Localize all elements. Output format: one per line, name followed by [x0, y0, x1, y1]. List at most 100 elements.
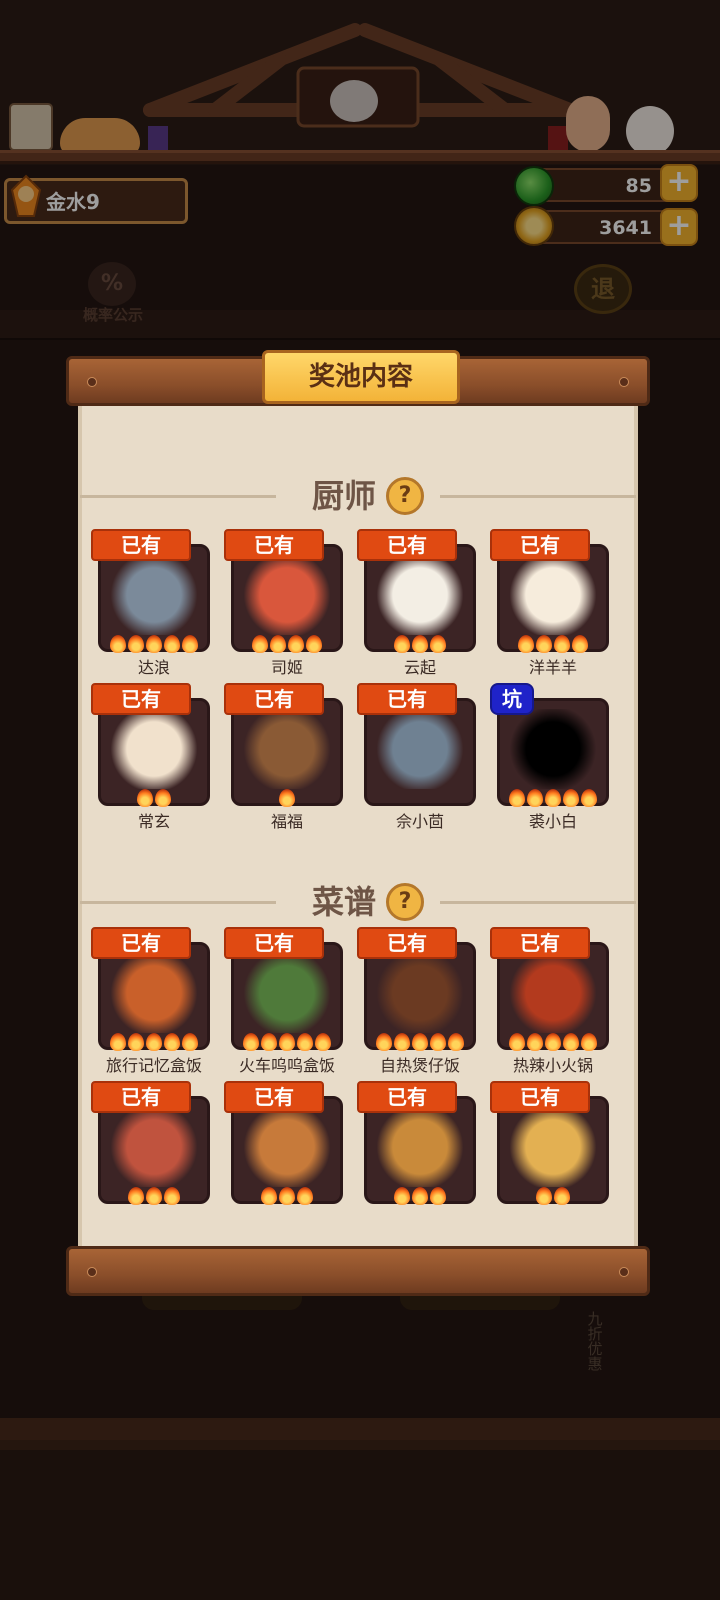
- chef-name: 云起: [403, 658, 436, 677]
- flame-icon: [182, 635, 198, 653]
- flame-icon: [164, 1033, 180, 1051]
- owned-badge: 已有: [91, 529, 191, 561]
- owned-badge: 已有: [91, 683, 191, 715]
- flame-icon: [128, 635, 144, 653]
- flame-icon: [261, 1033, 277, 1051]
- rarity-flames: [234, 1187, 340, 1205]
- rabbit-icon: [109, 709, 199, 789]
- recipe-card[interactable]: 已有: [357, 927, 476, 1051]
- chef-name: 福福: [270, 812, 303, 831]
- rarity-flames: [500, 635, 606, 653]
- chef-help-button[interactable]: ?: [386, 477, 424, 515]
- chef-name: 司姬: [270, 658, 303, 677]
- chef-card[interactable]: 已有: [91, 529, 210, 653]
- flame-icon: [288, 635, 304, 653]
- recipe-card[interactable]: 已有: [224, 1081, 343, 1205]
- recipe-section-title: 菜谱: [311, 883, 376, 921]
- recipe-card[interactable]: 已有: [224, 927, 343, 1051]
- rarity-flames: [367, 1033, 473, 1051]
- recipe-name: 自热煲仔饭: [379, 1056, 460, 1075]
- owned-badge: 已有: [357, 683, 457, 715]
- owned-badge: 已有: [357, 927, 457, 959]
- white-sheep-icon: [508, 555, 598, 635]
- flame-icon: [509, 789, 525, 807]
- divider-line: [80, 901, 276, 904]
- flame-icon: [554, 1187, 570, 1205]
- chef-card[interactable]: 已有: [490, 529, 609, 653]
- rod-nail: [87, 377, 97, 387]
- flame-icon: [297, 1033, 313, 1051]
- owned-badge: 已有: [224, 683, 324, 715]
- flame-icon: [315, 1033, 331, 1051]
- rarity-flames: [101, 1033, 207, 1051]
- flame-icon: [261, 1187, 277, 1205]
- owned-badge: 已有: [357, 1081, 457, 1113]
- flame-icon: [279, 1187, 295, 1205]
- flame-icon: [430, 635, 446, 653]
- flame-icon: [527, 789, 543, 807]
- recipe-card[interactable]: 已有: [91, 927, 210, 1051]
- flame-icon: [270, 635, 286, 653]
- flame-icon: [376, 1033, 392, 1051]
- flame-icon: [155, 789, 171, 807]
- recipe-name: 旅行记忆盒饭: [105, 1056, 202, 1075]
- flame-icon: [394, 635, 410, 653]
- chef-name: 佘小茴: [395, 812, 444, 831]
- recipe-card[interactable]: 已有: [91, 1081, 210, 1205]
- chef-card[interactable]: 已有: [91, 683, 210, 807]
- chef-name: 洋羊羊: [528, 658, 577, 677]
- flame-icon: [243, 1033, 259, 1051]
- flame-icon: [430, 1033, 446, 1051]
- flame-icon: [536, 1187, 552, 1205]
- roast-meat-icon: [109, 1107, 199, 1187]
- flame-icon: [306, 635, 322, 653]
- rod-nail: [619, 377, 629, 387]
- bento-box-icon: [109, 953, 199, 1033]
- flame-icon: [545, 1033, 561, 1051]
- chef-section-title: 厨师: [311, 477, 376, 515]
- chef-card[interactable]: 已有: [357, 683, 476, 806]
- divider-line: [440, 901, 636, 904]
- chef-name: 常玄: [137, 812, 170, 831]
- rarity-flames: [234, 1033, 340, 1051]
- flame-icon: [279, 789, 295, 807]
- owned-badge: 已有: [224, 927, 324, 959]
- flame-icon: [581, 789, 597, 807]
- rod-nail: [87, 1267, 97, 1277]
- flame-icon: [252, 635, 268, 653]
- owned-badge: 已有: [490, 927, 590, 959]
- owned-badge: 已有: [91, 1081, 191, 1113]
- owned-badge: 已有: [224, 529, 324, 561]
- chef-card[interactable]: 已有: [224, 683, 343, 807]
- flame-icon: [509, 1033, 525, 1051]
- recipe-card[interactable]: 已有: [357, 1081, 476, 1205]
- flame-icon: [412, 1033, 428, 1051]
- flame-icon: [137, 789, 153, 807]
- ramen-icon: [242, 1107, 332, 1187]
- pit-badge: 坑: [490, 683, 534, 715]
- red-hair-girl-icon: [242, 555, 332, 635]
- flame-icon: [545, 789, 561, 807]
- rarity-flames: [500, 1033, 606, 1051]
- flame-icon: [146, 1033, 162, 1051]
- chef-card[interactable]: 已有: [357, 529, 476, 653]
- chef-card[interactable]: 坑: [490, 683, 609, 807]
- recipe-name: 热辣小火锅: [512, 1056, 593, 1075]
- flame-icon: [394, 1033, 410, 1051]
- rarity-flames: [500, 1187, 606, 1205]
- recipe-help-button[interactable]: ?: [386, 883, 424, 921]
- owned-badge: 已有: [91, 927, 191, 959]
- flame-icon: [581, 1033, 597, 1051]
- recipe-card[interactable]: 已有: [490, 1081, 609, 1205]
- hotpot-icon: [508, 953, 598, 1033]
- chef-card[interactable]: 已有: [224, 529, 343, 653]
- chef-section-header: 厨师 ?: [80, 476, 636, 516]
- flame-icon: [110, 1033, 126, 1051]
- recipe-name: 火车呜呜盒饭: [238, 1056, 335, 1075]
- flame-icon: [110, 635, 126, 653]
- flame-icon: [572, 635, 588, 653]
- recipe-card[interactable]: 已有: [490, 927, 609, 1051]
- flame-icon: [279, 1033, 295, 1051]
- flame-icon: [146, 635, 162, 653]
- flame-icon: [128, 1187, 144, 1205]
